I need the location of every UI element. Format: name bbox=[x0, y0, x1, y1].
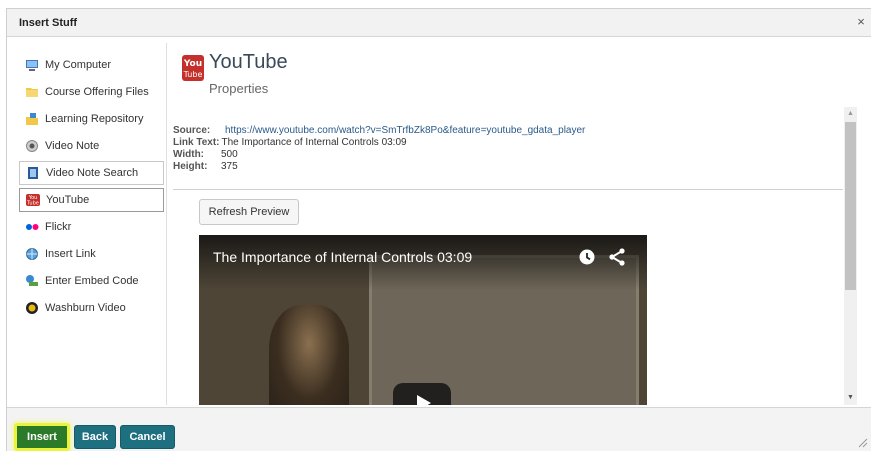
height-row: Height: 375 bbox=[173, 161, 585, 173]
source-link[interactable]: https://www.youtube.com/watch?v=SmTrfbZk… bbox=[225, 125, 585, 137]
insert-stuff-dialog: Insert Stuff × My Computer Course Offeri… bbox=[6, 8, 871, 451]
sidebar-item-flickr[interactable]: Flickr bbox=[19, 215, 164, 239]
sidebar-item-youtube[interactable]: You Tube YouTube bbox=[19, 188, 164, 212]
cancel-button[interactable]: Cancel bbox=[120, 425, 175, 449]
sidebar-item-label: Flickr bbox=[45, 221, 72, 233]
height-value: 375 bbox=[221, 161, 238, 172]
panel-title: YouTube bbox=[209, 51, 288, 73]
washburn-video-icon bbox=[26, 302, 38, 314]
source-label: Source: bbox=[173, 125, 211, 136]
repository-icon bbox=[26, 113, 38, 125]
globe-link-icon bbox=[26, 248, 38, 260]
source-row: Source: https://www.youtube.com/watch?v=… bbox=[173, 125, 585, 137]
computer-icon bbox=[26, 60, 38, 71]
sidebar-item-learning-repository[interactable]: Learning Repository bbox=[19, 107, 164, 131]
refresh-preview-button[interactable]: Refresh Preview bbox=[199, 199, 299, 225]
sidebar-item-label: Video Note bbox=[45, 140, 100, 152]
play-button[interactable] bbox=[393, 383, 451, 405]
resize-grip-icon[interactable] bbox=[858, 438, 868, 448]
link-text-row: Link Text: The Importance of Internal Co… bbox=[173, 137, 585, 149]
sidebar-item-video-note-search[interactable]: Video Note Search bbox=[19, 161, 164, 185]
sidebar-item-enter-embed-code[interactable]: Enter Embed Code bbox=[19, 269, 164, 293]
scroll-thumb[interactable] bbox=[845, 122, 856, 290]
width-label: Width: bbox=[173, 149, 205, 160]
sidebar-item-label: Enter Embed Code bbox=[45, 275, 139, 287]
sidebar-item-video-note[interactable]: Video Note bbox=[19, 134, 164, 158]
content-scrollbar[interactable]: ▲ ▼ bbox=[844, 107, 857, 405]
dialog-footer: Insert Back Cancel bbox=[7, 407, 871, 451]
youtube-logo-icon: YouTube bbox=[182, 55, 204, 81]
link-text-value: The Importance of Internal Controls 03:0… bbox=[221, 137, 407, 148]
width-value: 500 bbox=[221, 149, 238, 160]
youtube-properties-panel: You Tube YouTube Properties Source: https… bbox=[173, 43, 844, 405]
flickr-icon bbox=[26, 224, 39, 230]
sidebar-item-label: Course Offering Files bbox=[45, 86, 149, 98]
properties-list: Source: https://www.youtube.com/watch?v=… bbox=[173, 125, 585, 173]
link-text-label: Link Text: bbox=[173, 137, 220, 148]
youtube-icon: YouTube bbox=[26, 194, 40, 207]
dialog-titlebar: Insert Stuff × bbox=[7, 9, 871, 37]
sidebar-item-my-computer[interactable]: My Computer bbox=[19, 53, 164, 77]
sidebar-item-label: My Computer bbox=[45, 59, 112, 71]
width-row: Width: 500 bbox=[173, 149, 585, 161]
sidebar-item-washburn-video[interactable]: Washburn Video bbox=[19, 296, 164, 320]
sidebar-item-label: Insert Link bbox=[45, 248, 96, 260]
sidebar-item-label: YouTube bbox=[46, 194, 90, 206]
share-icon[interactable] bbox=[609, 248, 625, 266]
video-title[interactable]: The Importance of Internal Controls 03:0… bbox=[213, 249, 472, 265]
webcam-icon bbox=[26, 140, 38, 152]
sidebar-item-label: Washburn Video bbox=[45, 302, 126, 314]
insert-button[interactable]: Insert bbox=[14, 423, 70, 451]
close-icon[interactable]: × bbox=[854, 15, 868, 29]
svg-text:Tube: Tube bbox=[183, 70, 203, 79]
panel-subtitle: Properties bbox=[209, 81, 269, 96]
source-sidebar: My Computer Course Offering Files Learni… bbox=[15, 43, 167, 405]
watch-later-clock-icon[interactable] bbox=[579, 249, 595, 265]
folder-icon bbox=[26, 88, 38, 97]
sidebar-item-course-offering-files[interactable]: Course Offering Files bbox=[19, 80, 164, 104]
embed-icon bbox=[26, 275, 38, 286]
sidebar-item-label: Learning Repository bbox=[45, 113, 144, 125]
sidebar-item-label: Video Note Search bbox=[46, 167, 139, 179]
back-button[interactable]: Back bbox=[74, 425, 116, 449]
dialog-title: Insert Stuff bbox=[19, 17, 78, 29]
height-label: Height: bbox=[173, 161, 208, 172]
svg-text:Tube: Tube bbox=[26, 201, 39, 207]
svg-text:You: You bbox=[183, 59, 202, 69]
video-preview[interactable]: The Importance of Internal Controls 03:0… bbox=[199, 235, 647, 405]
divider bbox=[173, 189, 843, 190]
film-icon bbox=[28, 167, 38, 179]
video-frame-person bbox=[269, 305, 349, 405]
scroll-down-arrow-icon[interactable]: ▼ bbox=[844, 391, 857, 405]
sidebar-item-insert-link[interactable]: Insert Link bbox=[19, 242, 164, 266]
scroll-up-arrow-icon[interactable]: ▲ bbox=[844, 107, 857, 121]
